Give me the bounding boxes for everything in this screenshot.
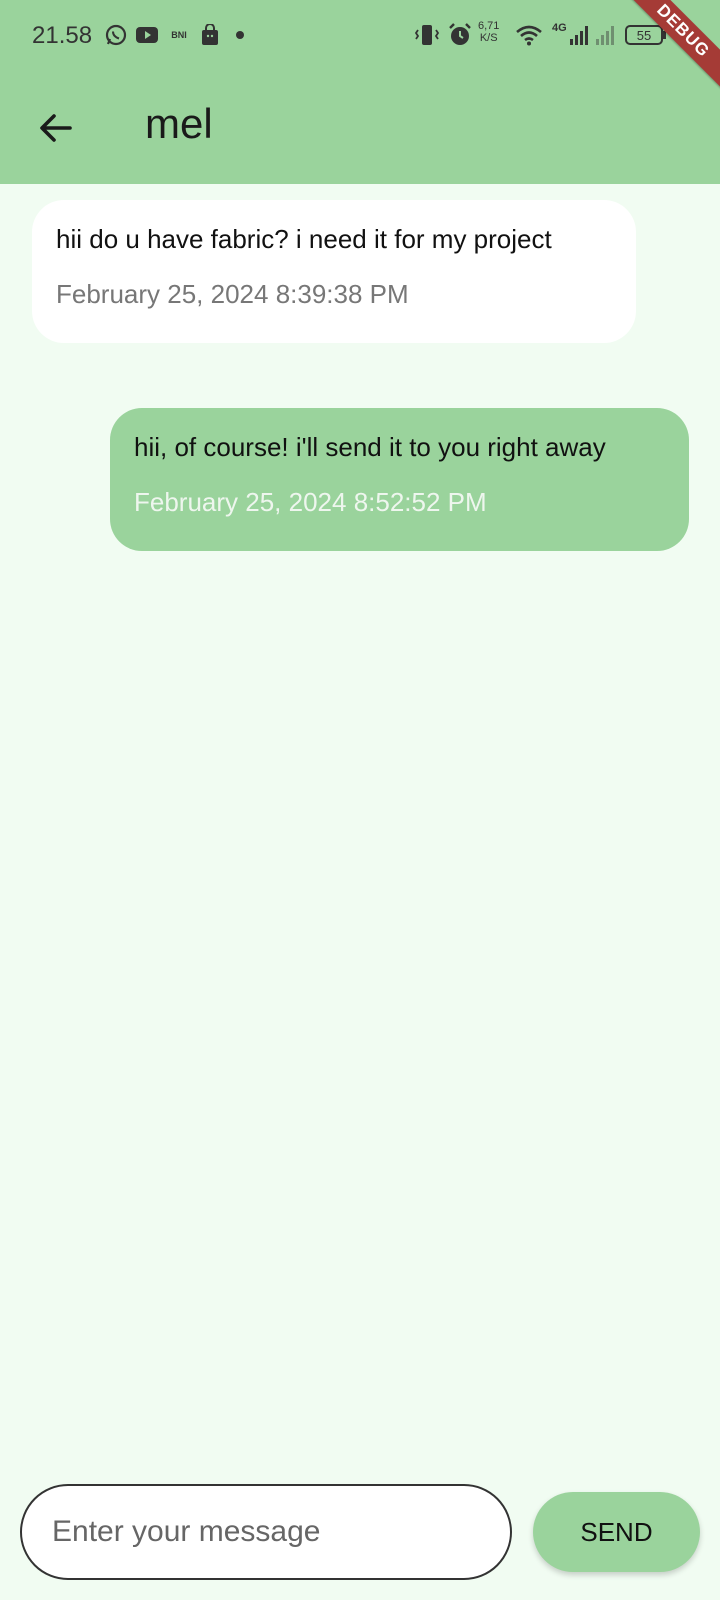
- arrow-left-icon: [40, 114, 72, 142]
- net-speed-unit: K/S: [479, 32, 498, 44]
- message-composer: [20, 1484, 512, 1580]
- incoming-message: hii do u have fabric? i need it for my p…: [32, 200, 636, 343]
- status-time: 21.58: [32, 22, 93, 49]
- send-button[interactable]: SEND: [533, 1492, 700, 1572]
- youtube-icon: [134, 22, 160, 48]
- vibrate-icon: [412, 22, 442, 48]
- message-timestamp: February 25, 2024 8:39:38 PM: [56, 279, 409, 309]
- network-type: 4G: [552, 22, 567, 34]
- status-bar: 21.58 BNI 6,71 K/S 4G 55: [0, 0, 720, 72]
- alarm-icon: [446, 22, 474, 48]
- message-text: hii, of course! i'll send it to you righ…: [134, 432, 606, 462]
- back-button[interactable]: [30, 102, 82, 154]
- chat-title: mel: [145, 100, 213, 147]
- shopping-bag-icon: [198, 22, 222, 48]
- message-text: hii do u have fabric? i need it for my p…: [56, 224, 552, 254]
- app-bar: 21.58 BNI 6,71 K/S 4G 55 mel: [0, 0, 720, 184]
- bank-icon: BNI: [164, 22, 194, 48]
- whatsapp-icon: [103, 22, 129, 48]
- bank-label: BNI: [171, 29, 187, 40]
- wifi-icon: [514, 22, 544, 48]
- battery-level: 55: [637, 28, 651, 43]
- message-timestamp: February 25, 2024 8:52:52 PM: [134, 487, 487, 517]
- message-input[interactable]: [52, 1486, 482, 1578]
- net-speed: 6,71 K/S: [478, 20, 499, 44]
- signal-icon: [568, 22, 590, 48]
- net-speed-value: 6,71: [478, 20, 500, 32]
- signal-weak-icon: [594, 22, 616, 48]
- notification-dot-icon: [234, 22, 246, 48]
- outgoing-message: hii, of course! i'll send it to you righ…: [110, 408, 689, 551]
